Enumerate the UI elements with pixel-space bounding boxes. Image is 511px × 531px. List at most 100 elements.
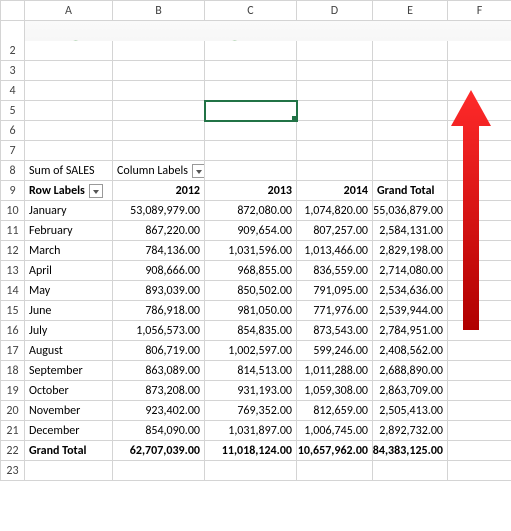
cell[interactable] <box>297 101 373 121</box>
pivot-column-labels[interactable]: Column Labels <box>113 161 205 181</box>
cell[interactable] <box>25 461 113 481</box>
cell[interactable] <box>448 81 511 101</box>
cell[interactable] <box>205 121 297 141</box>
cell[interactable] <box>113 101 205 121</box>
cell[interactable] <box>373 121 448 141</box>
cell[interactable] <box>297 41 373 61</box>
pivot-value: 850,502.00 <box>205 281 297 301</box>
pivot-grand-total-value: 10,657,962.00 <box>297 441 373 461</box>
row-header[interactable]: 18 <box>1 361 25 381</box>
cell[interactable] <box>448 161 511 181</box>
cell[interactable] <box>205 161 297 181</box>
cell[interactable] <box>205 61 297 81</box>
column-header[interactable]: F <box>448 1 511 21</box>
cell[interactable] <box>297 61 373 81</box>
row-header[interactable]: 16 <box>1 321 25 341</box>
cell[interactable] <box>205 81 297 101</box>
cell[interactable] <box>448 41 511 61</box>
cell[interactable] <box>25 81 113 101</box>
row-header[interactable]: 15 <box>1 301 25 321</box>
cell[interactable] <box>448 201 511 221</box>
cell[interactable] <box>373 101 448 121</box>
cell[interactable] <box>25 41 113 61</box>
row-header[interactable]: 2 <box>1 41 25 61</box>
row-header[interactable]: 11 <box>1 221 25 241</box>
cell[interactable] <box>448 381 511 401</box>
select-all-corner[interactable] <box>1 1 25 21</box>
row-header[interactable]: 10 <box>1 201 25 221</box>
column-header[interactable]: E <box>373 1 448 21</box>
cell[interactable] <box>448 61 511 81</box>
pivot-column-labels-text: Column Labels <box>117 164 188 178</box>
row-header[interactable]: 13 <box>1 261 25 281</box>
row-header[interactable]: 22 <box>1 441 25 461</box>
pivot-value: 1,059,308.00 <box>297 381 373 401</box>
row-header[interactable]: 14 <box>1 281 25 301</box>
cell[interactable] <box>373 161 448 181</box>
cell[interactable] <box>297 141 373 161</box>
row-header[interactable]: 19 <box>1 381 25 401</box>
cell[interactable] <box>373 61 448 81</box>
cell[interactable] <box>448 461 511 481</box>
cell[interactable] <box>448 101 511 121</box>
column-header[interactable]: D <box>297 1 373 21</box>
pivot-value: 814,513.00 <box>205 361 297 381</box>
row-header[interactable]: 4 <box>1 81 25 101</box>
selected-cell[interactable] <box>205 101 297 121</box>
cell[interactable] <box>448 261 511 281</box>
cell[interactable] <box>448 401 511 421</box>
cell[interactable] <box>373 81 448 101</box>
row-header[interactable]: 6 <box>1 121 25 141</box>
row-header[interactable]: 17 <box>1 341 25 361</box>
cell[interactable] <box>297 461 373 481</box>
pivot-row-labels[interactable]: Row Labels <box>25 181 113 201</box>
cell[interactable] <box>373 461 448 481</box>
row-header[interactable]: 9 <box>1 181 25 201</box>
cell[interactable] <box>448 141 511 161</box>
cell[interactable] <box>448 301 511 321</box>
column-header[interactable]: C <box>205 1 297 21</box>
row-header[interactable]: 5 <box>1 101 25 121</box>
row-header[interactable]: 8 <box>1 161 25 181</box>
cell[interactable] <box>113 41 205 61</box>
cell[interactable] <box>448 441 511 461</box>
cell[interactable] <box>448 281 511 301</box>
cell[interactable] <box>448 221 511 241</box>
cell[interactable] <box>297 121 373 141</box>
row-header[interactable]: 21 <box>1 421 25 441</box>
cell[interactable] <box>205 41 297 61</box>
cell[interactable] <box>448 341 511 361</box>
row-header[interactable]: 7 <box>1 141 25 161</box>
cell[interactable] <box>373 141 448 161</box>
cell[interactable] <box>448 181 511 201</box>
cell[interactable] <box>113 121 205 141</box>
pivot-value: 807,257.00 <box>297 221 373 241</box>
cell[interactable] <box>297 81 373 101</box>
cell[interactable] <box>373 41 448 61</box>
cell[interactable] <box>25 121 113 141</box>
column-header[interactable]: A <box>25 1 113 21</box>
cell[interactable] <box>205 461 297 481</box>
cell[interactable] <box>113 61 205 81</box>
cell[interactable] <box>297 161 373 181</box>
dropdown-icon[interactable] <box>192 164 205 178</box>
cell[interactable] <box>448 361 511 381</box>
cell[interactable] <box>448 241 511 261</box>
cell[interactable] <box>25 141 113 161</box>
dropdown-icon[interactable] <box>89 184 103 198</box>
cell[interactable] <box>448 321 511 341</box>
cell[interactable] <box>113 141 205 161</box>
cell[interactable] <box>113 461 205 481</box>
pivot-year-header: 2013 <box>205 181 297 201</box>
row-header[interactable]: 12 <box>1 241 25 261</box>
cell[interactable] <box>205 141 297 161</box>
row-header[interactable]: 23 <box>1 461 25 481</box>
cell[interactable] <box>448 121 511 141</box>
cell[interactable] <box>25 61 113 81</box>
cell[interactable] <box>448 421 511 441</box>
column-header[interactable]: B <box>113 1 205 21</box>
cell[interactable] <box>25 101 113 121</box>
row-header[interactable]: 3 <box>1 61 25 81</box>
row-header[interactable]: 20 <box>1 401 25 421</box>
cell[interactable] <box>113 81 205 101</box>
